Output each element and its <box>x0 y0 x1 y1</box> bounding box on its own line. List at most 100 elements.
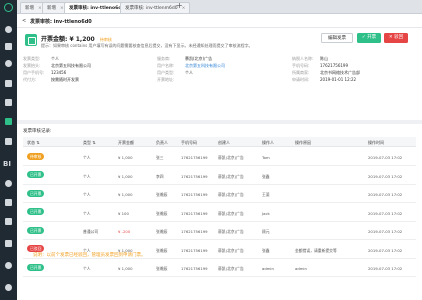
column-header[interactable]: 状态 ⇅ <box>27 140 40 146</box>
status-badge: 已驳回 <box>27 245 45 252</box>
cell-phone: 17621756199 <box>181 173 208 179</box>
field-value: 个人 <box>185 70 193 75</box>
field-label: 代付方: <box>23 77 37 82</box>
avatar[interactable] <box>5 284 12 291</box>
cell-operator: 顾元 <box>262 229 270 234</box>
tools-icon[interactable] <box>5 99 12 106</box>
gear-icon[interactable] <box>5 180 12 187</box>
table-row[interactable]: 待审核 个人 ¥ 1,000 张三 17621756199 慕凯(北京)广告 Tom 2019… <box>23 148 416 166</box>
help-icon[interactable] <box>5 262 12 269</box>
status-badge: 已开票 <box>27 171 45 178</box>
document-icon[interactable] <box>5 218 12 225</box>
add-tab-button[interactable]: + <box>176 1 183 10</box>
cell-phone: 17621756199 <box>181 247 208 253</box>
cell-operator: admin <box>262 266 274 271</box>
cell-creator: 慕凯(北京)广告 <box>218 266 244 271</box>
column-header: 手机号码 <box>181 140 197 145</box>
cell-reason: 金额错误，请重新提交等 <box>295 247 337 253</box>
status-badge: 已开票 <box>27 226 45 234</box>
cell-type: 个人 <box>83 210 91 216</box>
tab-label: 发票审核: inv-ttlenm6d0 <box>125 6 178 11</box>
table-row[interactable]: 已开票 个人 ¥ 1,000 张瀚辰 17621756199 慕凯(北京)广告 admin a… <box>23 259 416 277</box>
cell-phone: 17621756199 <box>181 210 208 216</box>
logo-icon <box>4 3 13 12</box>
cell-creator: 慕凯(北京)广告 <box>218 210 244 216</box>
field-value[interactable]: 北京第五科技有限公司 <box>185 63 225 69</box>
field-value: 北京书网络技术广告部 <box>320 70 360 75</box>
shop-icon[interactable] <box>5 43 12 50</box>
cell-time: 2019-07-03 17:02 <box>368 173 403 179</box>
column-header: 操作人 <box>262 140 274 145</box>
invoice-detail-card: < 发票审核: inv-ttleno6d0 开票金额: ¥ 1,200 待审核 … <box>17 14 422 120</box>
sidebar: BI <box>0 0 17 300</box>
table-row[interactable]: 已开票 个人 ¥ 1,000 李四 17621756199 慕凯(北京)广告 张鑫 2019-… <box>23 167 416 185</box>
cell-creator: 慕凯(北京)广告 <box>218 247 244 253</box>
cell-amount: ¥ -200 <box>118 229 131 234</box>
approve-button[interactable]: ✓ 开票 <box>357 33 381 43</box>
field-value: 2019-01-01 12:22 <box>320 77 357 82</box>
cell-amount: ¥ 1,000 <box>118 173 133 179</box>
cell-time: 2019-07-03 17:02 <box>368 266 403 271</box>
bi-icon[interactable]: BI <box>3 160 11 168</box>
cell-phone: 17621756199 <box>181 229 208 234</box>
field-item: 用户名称: 北京第五科技有限公司 <box>157 63 225 69</box>
user-icon[interactable] <box>5 26 12 33</box>
cell-time: 2019-07-03 17:02 <box>368 247 403 253</box>
cell-creator: 慕凯(北京)广告 <box>218 229 244 234</box>
field-label: 发票抬头: <box>23 63 41 68</box>
field-item: 服务商: 慕凯(北京)广告 <box>157 56 212 62</box>
status-badge: 已开票 <box>27 208 45 215</box>
table-row[interactable]: 已开票 个人 ¥ 100 张瀚辰 17621756199 慕凯(北京)广告 Jack 2019… <box>23 204 416 222</box>
cell-owner: 张瀚辰 <box>156 192 168 197</box>
back-button[interactable]: < <box>22 18 26 24</box>
cloud-icon[interactable] <box>5 60 12 67</box>
table-row[interactable]: 已开票 普通公司 ¥ -200 张瀚辰 17621756199 慕凯(北京)广告 顾元 201… <box>23 222 416 240</box>
cell-time: 2019-07-03 17:02 <box>368 229 403 234</box>
cell-owner: 李四 <box>156 173 164 179</box>
cell-owner: 张瀚辰 <box>156 247 168 253</box>
cell-creator: 慕凯(北京)广告 <box>218 155 244 160</box>
tab-label: 发票审核: inv-ttleno6d0 <box>69 6 125 11</box>
cell-creator: 慕凯(北京)广告 <box>218 192 244 197</box>
field-label: 所属商家: <box>292 70 310 75</box>
cell-type: 个人 <box>83 192 91 197</box>
field-value: 17621756199 <box>320 63 348 68</box>
field-value: 个人 <box>51 56 59 61</box>
invoice-icon[interactable] <box>5 118 12 125</box>
field-item: 纳税人名称: 陈山 <box>292 56 328 62</box>
cell-time: 2019-07-03 17:02 <box>368 210 403 216</box>
footer-note: 说明：以前个发票已经驳回，管理员发票回到申请门票。 <box>33 253 146 258</box>
field-label: 手机号码: <box>292 63 310 68</box>
field-label: 用户手机号: <box>23 70 45 75</box>
field-item: 申请时间: 2019-01-01 12:22 <box>292 77 356 83</box>
reject-button[interactable]: ✕ 驳回 <box>384 33 408 43</box>
field-item: 手机号码: 17621756199 <box>292 63 348 69</box>
field-value: 慕凯(北京)广告 <box>185 56 213 61</box>
field-label: 发票类型: <box>23 56 41 61</box>
field-value: 陈山 <box>320 56 328 61</box>
mail-icon[interactable] <box>5 138 12 145</box>
cell-operator: 张鑫 <box>262 173 270 179</box>
cell-reason: admin <box>295 266 307 271</box>
field-item: 代付方: 按需随时开发票 <box>23 77 79 83</box>
field-value: 按需随时开发票 <box>51 77 79 82</box>
cell-owner: 张三 <box>156 155 164 160</box>
status-badge: 待审核 <box>99 37 112 42</box>
field-item: 发票抬头: 北京第五科技有限公司 <box>23 63 91 69</box>
layers-icon[interactable] <box>5 240 12 247</box>
column-header[interactable]: 类型 ⇅ <box>83 140 96 146</box>
tab-label: 新增 <box>47 6 56 11</box>
amount-text: 开票金额: ¥ 1,200 <box>41 36 95 43</box>
cell-amount: ¥ 1,000 <box>118 192 133 197</box>
edit-invoice-button[interactable]: 编辑发票 <box>321 33 353 43</box>
column-header: 操作时间 <box>368 140 384 145</box>
invoice-amount-title: 开票金额: ¥ 1,200 待审核 <box>41 34 112 43</box>
cell-phone: 17621756199 <box>181 192 208 197</box>
field-label: 纳税人名称: <box>292 56 314 61</box>
cell-operator: 张鑫 <box>262 247 270 253</box>
divider <box>17 27 422 28</box>
tab-bar: 新增× 新增× 发票审核: inv-ttleno6d0× 发票审核: inv-t… <box>17 0 422 14</box>
table-row[interactable]: 已开票 个人 ¥ 1,000 张瀚辰 17621756199 慕凯(北京)广告 王斐 2019… <box>23 185 416 203</box>
chart-icon[interactable] <box>5 80 12 87</box>
list-icon[interactable] <box>5 199 12 206</box>
